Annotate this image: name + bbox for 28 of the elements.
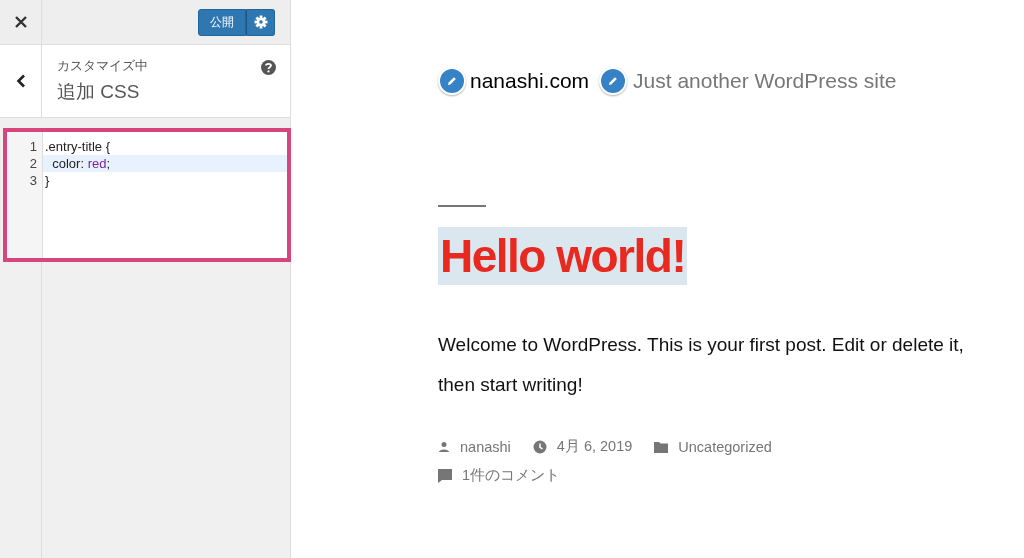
post-date[interactable]: 4月 6, 2019 — [556, 437, 633, 456]
site-tagline: Just another WordPress site — [633, 69, 897, 93]
line-number: 3 — [28, 173, 38, 188]
post-category[interactable]: Uncategorized — [678, 438, 772, 455]
code-editor[interactable]: 1 .entry-title { 2 color: red; 3 } — [3, 128, 291, 262]
code-line: } — [44, 172, 51, 189]
line-number: 1 — [28, 139, 38, 154]
back-icon — [15, 74, 26, 88]
post-author[interactable]: nanashi — [460, 438, 511, 455]
close-icon — [14, 16, 27, 28]
post-comments[interactable]: 1件のコメント — [462, 466, 561, 485]
post-title[interactable]: Hello world! — [438, 227, 688, 285]
clock-icon — [532, 439, 547, 454]
person-icon — [438, 440, 450, 453]
help-icon[interactable] — [261, 60, 276, 75]
code-line: .entry-title { — [44, 138, 112, 155]
publish-button[interactable]: 公開 — [198, 8, 246, 36]
section-label: カスタマイズ中 — [57, 57, 148, 75]
post-body: Welcome to WordPress. This is your first post. Edit or delete it, then start writing! — [438, 333, 965, 397]
edit-shortcut-icon[interactable] — [438, 67, 466, 95]
settings-button[interactable] — [246, 8, 275, 36]
edit-shortcut-icon[interactable] — [599, 67, 628, 95]
line-number: 2 — [28, 156, 38, 171]
folder-icon — [654, 440, 669, 453]
settings-icon — [253, 15, 268, 29]
site-title[interactable]: nanashi.com — [470, 69, 590, 93]
section-title: 追加 CSS — [57, 79, 141, 104]
comment-icon — [438, 468, 452, 483]
